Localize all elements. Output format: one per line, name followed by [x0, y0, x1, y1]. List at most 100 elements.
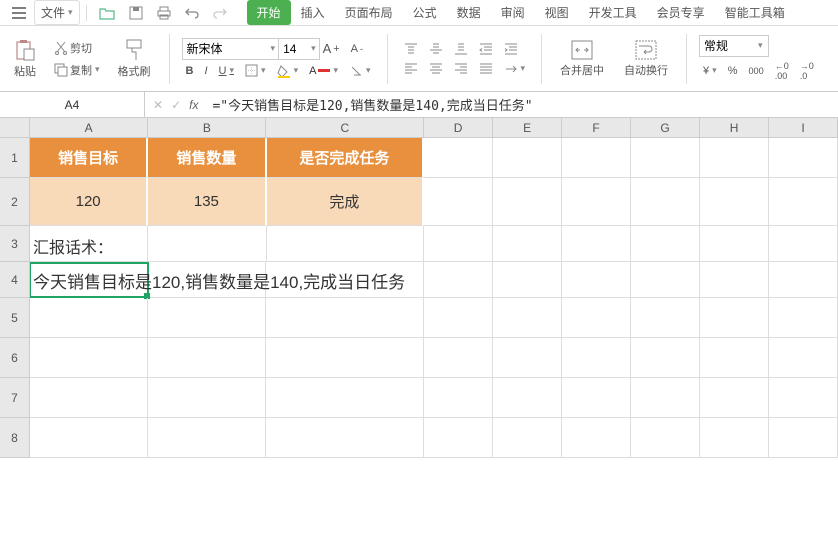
indent-right-button[interactable]: [500, 40, 522, 58]
paste-button[interactable]: 粘贴: [8, 37, 42, 81]
wrap-text-button[interactable]: 自动换行: [618, 38, 674, 80]
cell[interactable]: [30, 338, 148, 378]
cell[interactable]: [562, 418, 631, 458]
cell[interactable]: [30, 298, 148, 338]
cell[interactable]: 是否完成任务: [267, 138, 425, 178]
decrease-font-button[interactable]: A-: [347, 41, 367, 57]
cell[interactable]: [631, 298, 700, 338]
cell[interactable]: [769, 338, 838, 378]
undo-button[interactable]: [179, 4, 205, 22]
cell[interactable]: [424, 138, 493, 178]
col-header-a[interactable]: A: [30, 118, 148, 138]
cell[interactable]: [493, 338, 562, 378]
cell[interactable]: [631, 226, 700, 262]
cell[interactable]: [148, 298, 266, 338]
cell[interactable]: [493, 298, 562, 338]
cell[interactable]: [562, 298, 631, 338]
cell[interactable]: [562, 378, 631, 418]
fx-icon[interactable]: fx: [189, 98, 198, 112]
cell[interactable]: [424, 298, 493, 338]
cell[interactable]: 完成: [267, 178, 425, 226]
col-header-f[interactable]: F: [562, 118, 631, 138]
select-all-corner[interactable]: [0, 118, 30, 138]
font-color-button[interactable]: A ▾: [305, 63, 342, 79]
tab-layout[interactable]: 页面布局: [335, 0, 403, 25]
tab-formula[interactable]: 公式: [403, 0, 447, 25]
chevron-down-icon[interactable]: ▾: [271, 43, 276, 54]
cell[interactable]: [148, 418, 266, 458]
app-menu-icon[interactable]: [6, 4, 32, 22]
cell[interactable]: [631, 262, 700, 298]
cell[interactable]: [700, 298, 769, 338]
indent-left-button[interactable]: [475, 40, 497, 58]
cell[interactable]: [424, 338, 493, 378]
merge-center-button[interactable]: 合并居中: [554, 38, 610, 80]
cell[interactable]: [769, 298, 838, 338]
align-left-button[interactable]: [400, 60, 422, 78]
cell[interactable]: [769, 226, 838, 262]
cell[interactable]: [148, 378, 266, 418]
cell[interactable]: [562, 138, 631, 178]
cell[interactable]: [424, 418, 493, 458]
cell[interactable]: [493, 262, 562, 298]
cell[interactable]: [631, 178, 700, 226]
cell[interactable]: [562, 226, 631, 262]
cell[interactable]: 销售数量: [148, 138, 266, 178]
cell[interactable]: [769, 378, 838, 418]
chevron-down-icon[interactable]: ▾: [758, 40, 763, 51]
row-header-7[interactable]: 7: [0, 378, 30, 418]
cell[interactable]: [700, 226, 769, 262]
row-header-1[interactable]: 1: [0, 138, 30, 178]
tab-review[interactable]: 审阅: [491, 0, 535, 25]
percent-button[interactable]: %: [724, 63, 742, 79]
align-top-button[interactable]: [400, 40, 422, 58]
align-right-button[interactable]: [450, 60, 472, 78]
increase-decimal-button[interactable]: ←0.00: [771, 59, 793, 83]
font-name-select[interactable]: [182, 38, 282, 60]
cell[interactable]: [769, 138, 838, 178]
cell[interactable]: [493, 418, 562, 458]
row-header-5[interactable]: 5: [0, 298, 30, 338]
tab-insert[interactable]: 插入: [291, 0, 335, 25]
tab-data[interactable]: 数据: [447, 0, 491, 25]
cell[interactable]: [267, 226, 425, 262]
cell[interactable]: [562, 338, 631, 378]
cell[interactable]: [769, 262, 838, 298]
col-header-g[interactable]: G: [631, 118, 700, 138]
cell[interactable]: [266, 378, 424, 418]
border-button[interactable]: ▾: [241, 62, 270, 79]
tab-member[interactable]: 会员专享: [647, 0, 715, 25]
col-header-b[interactable]: B: [148, 118, 266, 138]
cell[interactable]: [631, 378, 700, 418]
cell[interactable]: 销售目标: [30, 138, 148, 178]
redo-button[interactable]: [207, 4, 233, 22]
tab-view[interactable]: 视图: [535, 0, 579, 25]
increase-font-button[interactable]: A+: [319, 39, 344, 58]
cell[interactable]: [631, 338, 700, 378]
col-header-h[interactable]: H: [700, 118, 769, 138]
copy-button[interactable]: 复制 ▾: [50, 60, 104, 80]
cell[interactable]: [631, 138, 700, 178]
chevron-down-icon[interactable]: ▾: [311, 43, 316, 54]
cell[interactable]: [266, 338, 424, 378]
col-header-d[interactable]: D: [424, 118, 493, 138]
orientation-button[interactable]: ▾: [500, 60, 530, 78]
cell[interactable]: [424, 378, 493, 418]
cell[interactable]: [424, 178, 493, 226]
name-box[interactable]: A4: [0, 92, 145, 117]
cell[interactable]: [148, 338, 266, 378]
accept-formula-icon[interactable]: ✓: [171, 98, 181, 112]
cell[interactable]: 汇报话术：: [30, 226, 148, 262]
cell[interactable]: [700, 338, 769, 378]
cell[interactable]: [30, 378, 148, 418]
cell[interactable]: 135: [148, 178, 266, 226]
align-bottom-button[interactable]: [450, 40, 472, 58]
col-header-e[interactable]: E: [493, 118, 562, 138]
cell[interactable]: [493, 178, 562, 226]
cell[interactable]: [700, 418, 769, 458]
col-header-i[interactable]: I: [769, 118, 838, 138]
print-button[interactable]: [151, 3, 177, 23]
tab-tools[interactable]: 智能工具箱: [715, 0, 795, 25]
italic-button[interactable]: I: [200, 63, 211, 79]
cell[interactable]: [493, 226, 562, 262]
